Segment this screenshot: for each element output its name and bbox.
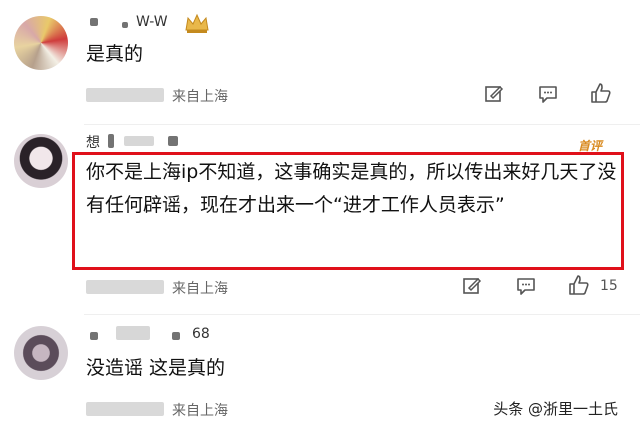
like-icon[interactable]: [568, 274, 590, 296]
comment-location: 来自上海: [172, 281, 228, 297]
comment-text: 你不是上海ip不知道，这事确实是真的，所以传出来好几天了没有任何辟谣，现在才出来…: [86, 161, 617, 216]
avatar[interactable]: [14, 326, 68, 380]
edit-icon[interactable]: [462, 276, 482, 296]
comment-1: W-W 是真的 来自上海: [0, 0, 640, 122]
comment-icon[interactable]: [516, 276, 536, 296]
username-blur: [90, 18, 98, 26]
username[interactable]: 68: [192, 326, 210, 342]
avatar[interactable]: [14, 16, 68, 70]
comment-location: 来自上海: [172, 89, 228, 105]
crown-icon: [185, 13, 209, 33]
comment-text: 没造谣 这是真的: [86, 357, 226, 379]
comment-icon[interactable]: [538, 84, 558, 104]
username-blur: [108, 134, 114, 148]
username-blur: [90, 332, 98, 340]
username-blur: [122, 22, 128, 28]
divider: [84, 124, 640, 125]
timestamp-blur: [86, 88, 164, 102]
comment-location: 来自上海: [172, 403, 228, 419]
avatar[interactable]: [14, 134, 68, 188]
username-blur: [172, 332, 180, 340]
username-blur: [124, 136, 154, 146]
username[interactable]: 想: [86, 132, 100, 152]
comment-text: 是真的: [86, 43, 144, 65]
watermark: 头条 @浙里一土氏: [489, 398, 622, 419]
timestamp-blur: [86, 402, 164, 416]
divider: [84, 314, 640, 315]
edit-icon[interactable]: [484, 84, 504, 104]
username[interactable]: W-W: [136, 14, 168, 30]
like-icon[interactable]: [590, 82, 612, 104]
timestamp-blur: [86, 280, 164, 294]
like-count: 15: [600, 278, 618, 294]
username-blur: [168, 136, 178, 146]
username-blur: [116, 326, 150, 340]
